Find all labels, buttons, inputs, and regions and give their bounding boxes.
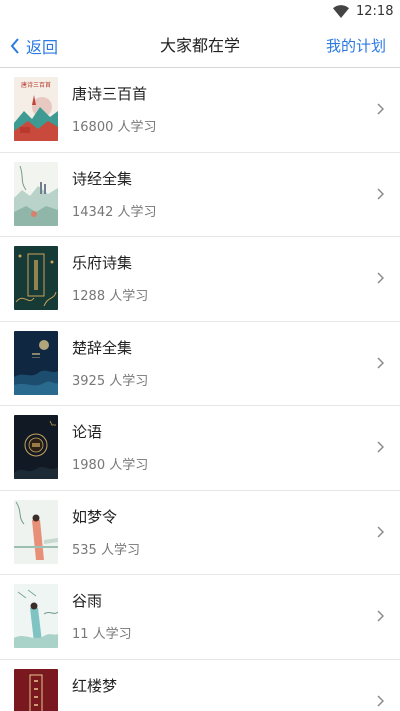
list-item[interactable]: 红楼梦 — [0, 660, 400, 711]
book-title: 红楼梦 — [72, 676, 118, 695]
hongloumeng-cover-icon — [14, 668, 58, 711]
book-title: 楚辞全集 — [72, 338, 133, 357]
book-title: 论语 — [72, 423, 103, 441]
back-label: 返回 — [26, 38, 59, 57]
list-item[interactable]: 楚辞全集 3925 人学习 — [0, 322, 400, 406]
book-title: 诗经全集 — [72, 169, 133, 188]
learner-count: 14342 人学习 — [72, 204, 157, 220]
rumengling-cover-icon — [14, 499, 58, 564]
list-item[interactable]: 乐府诗集 1288 人学习 — [0, 237, 400, 322]
book-title: 唐诗三百首 — [72, 85, 148, 103]
learner-count: 16800 人学习 — [72, 120, 157, 135]
chevron-right-icon — [377, 187, 384, 200]
chevron-right-icon — [377, 694, 384, 707]
list-item[interactable]: 如梦令 535 人学习 — [0, 491, 400, 575]
chevron-right-icon — [377, 356, 384, 369]
list-item[interactable]: 诗经全集 14342 人学习 — [0, 153, 400, 237]
list-item[interactable]: 谷雨 11 人学习 — [0, 575, 400, 660]
learner-count: 3925 人学习 — [72, 373, 149, 389]
book-title: 乐府诗集 — [72, 254, 133, 272]
chevron-right-icon — [377, 441, 384, 453]
my-plan-button[interactable]: 我的计划 — [326, 24, 386, 68]
book-title: 如梦令 — [72, 507, 118, 526]
learner-count: 1980 人学习 — [72, 458, 149, 473]
chevron-right-icon — [377, 610, 384, 622]
guyu-cover-icon — [14, 584, 58, 648]
list-item[interactable]: 唐诗三百首 唐诗三百首 16800 人学习 — [0, 68, 400, 153]
svg-text:唐诗三百首: 唐诗三百首 — [21, 81, 51, 89]
back-button[interactable]: 返回 — [10, 24, 58, 68]
chevron-right-icon — [377, 103, 384, 115]
shijing-cover-icon — [14, 161, 58, 226]
lunyu-cover-icon — [14, 415, 58, 479]
chuci-cover-icon — [14, 330, 58, 395]
status-time: 12:18 — [356, 4, 394, 19]
learner-count: 1288 人学习 — [72, 289, 149, 304]
status-bar: 12:18 — [0, 0, 400, 24]
tang-poems-cover-icon: 唐诗三百首 — [14, 77, 58, 141]
learner-count: 11 人学习 — [72, 627, 132, 642]
wifi-icon — [333, 5, 349, 18]
list-item[interactable]: 论语 1980 人学习 — [0, 406, 400, 491]
chevron-right-icon — [377, 272, 384, 284]
nav-bar: 返回 大家都在学 我的计划 — [0, 24, 400, 68]
chevron-left-icon — [10, 38, 19, 54]
book-list: 唐诗三百首 唐诗三百首 16800 人学习 诗经全集 14342 人学习 乐府诗… — [0, 68, 400, 711]
chevron-right-icon — [377, 525, 384, 538]
learner-count: 535 人学习 — [72, 542, 140, 558]
book-title: 谷雨 — [72, 592, 103, 610]
yuefu-cover-icon — [14, 246, 58, 310]
